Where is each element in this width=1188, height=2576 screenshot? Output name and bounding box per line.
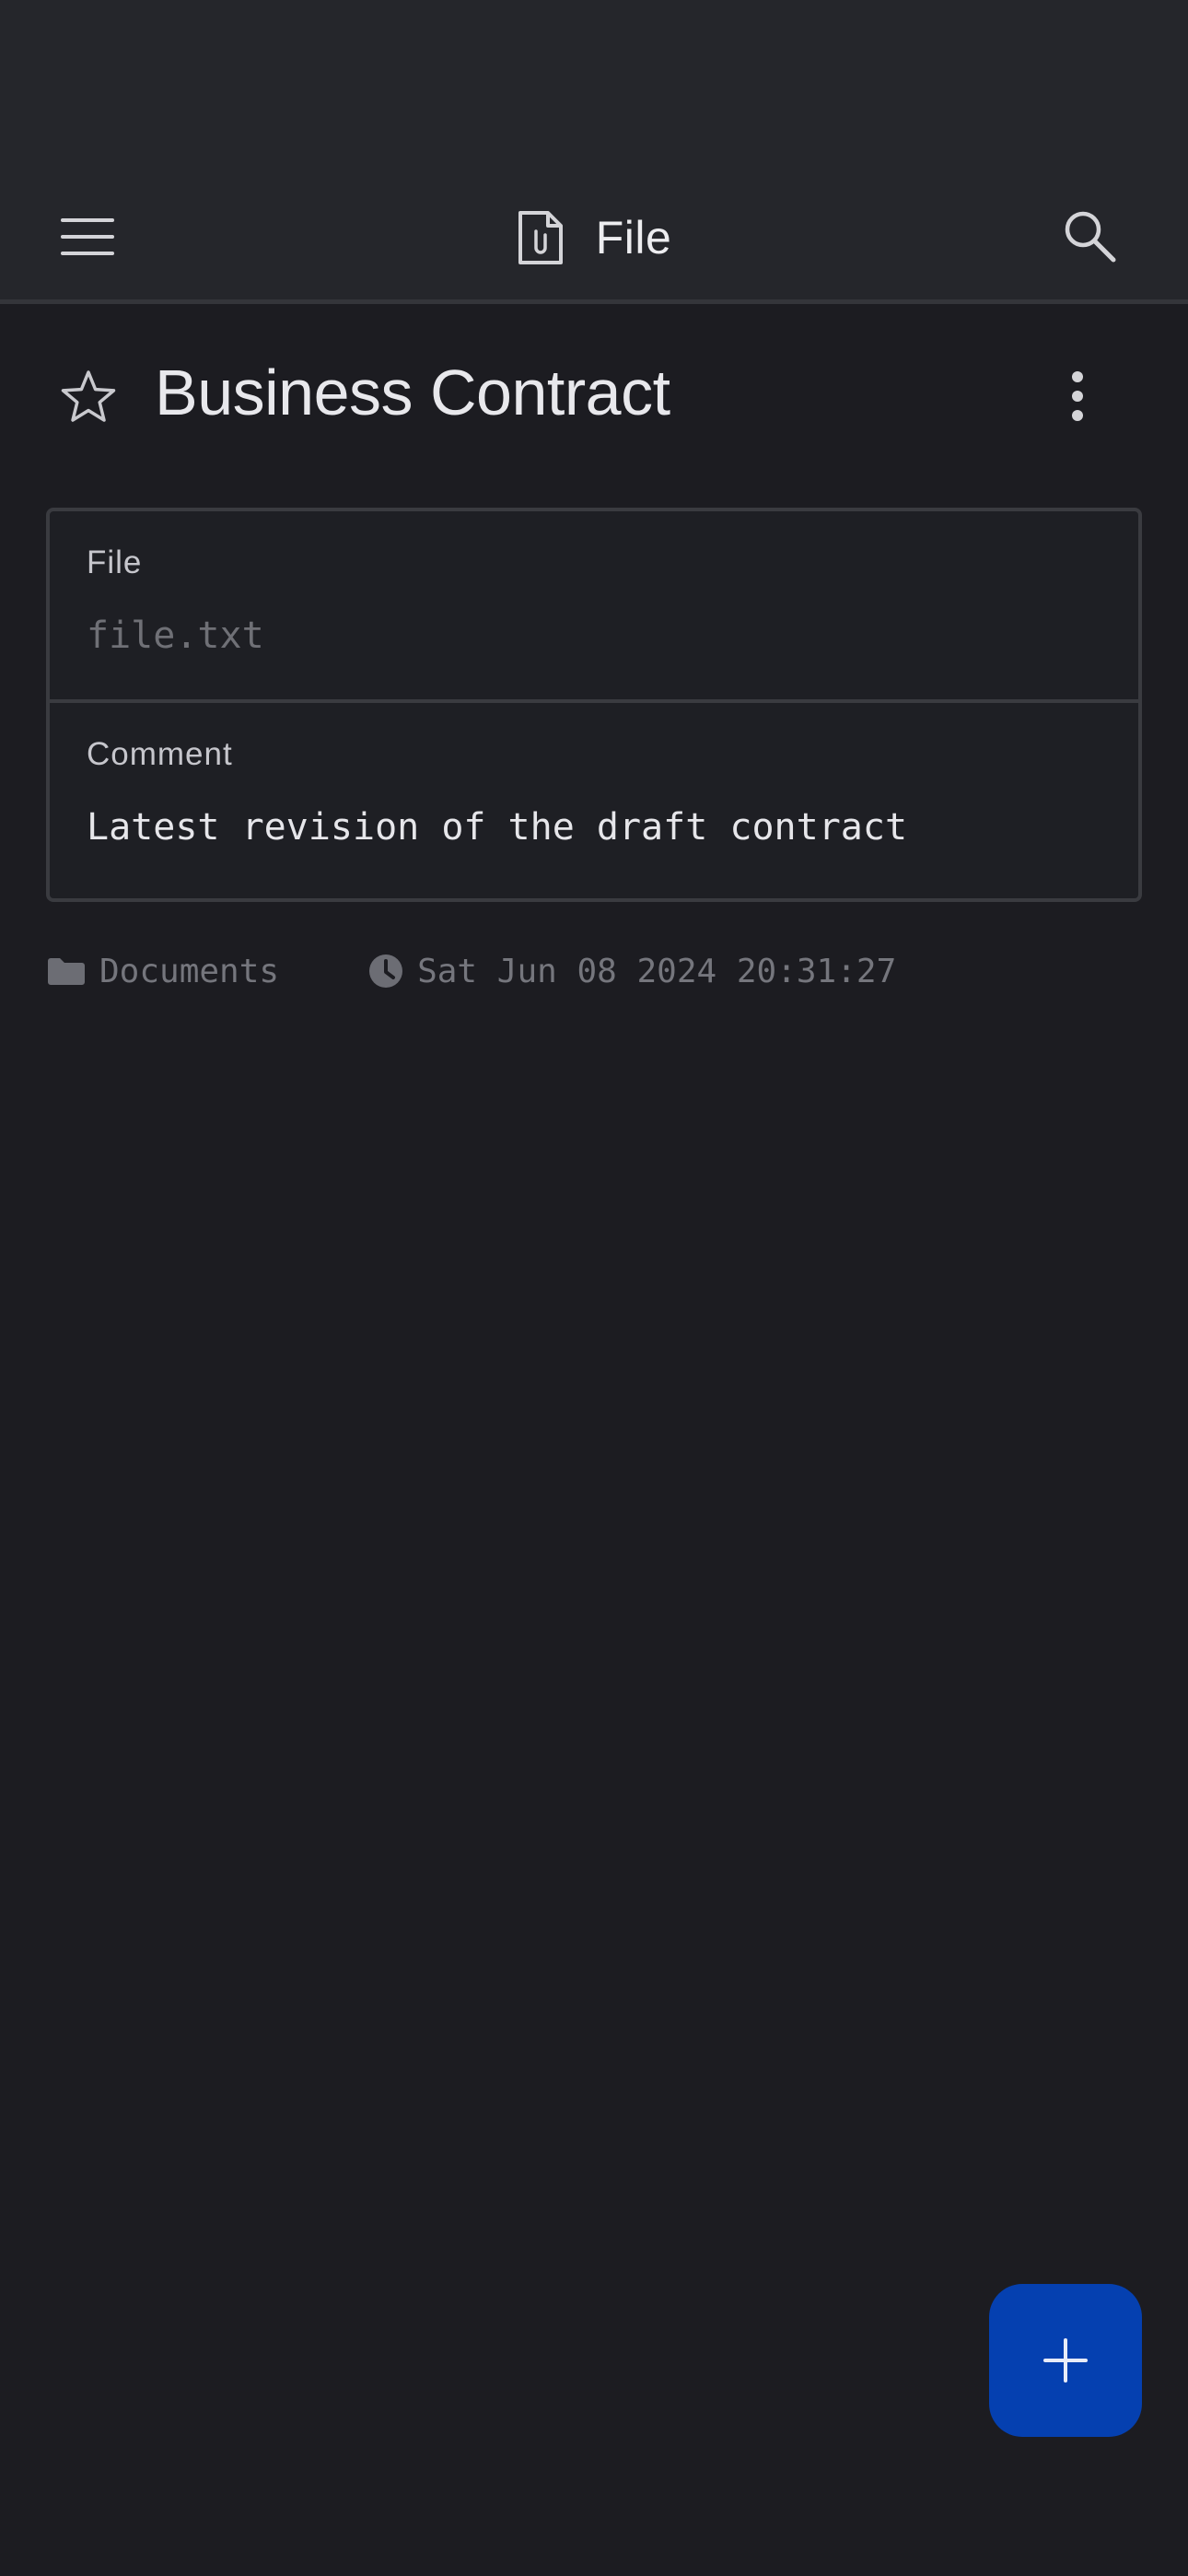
app-bar: File xyxy=(0,164,1188,304)
comment-field-value[interactable]: Latest revision of the draft contract xyxy=(87,806,907,849)
plus-icon xyxy=(1043,2338,1088,2383)
folder-name: Documents xyxy=(99,952,280,990)
star-outline-icon xyxy=(61,370,116,422)
file-field-label: File xyxy=(87,544,143,580)
favorite-button[interactable] xyxy=(55,359,122,433)
search-icon xyxy=(1065,211,1116,263)
timestamp-text: Sat Jun 08 2024 20:31:27 xyxy=(417,952,897,990)
note-title: Business Contract xyxy=(155,357,670,428)
file-attachment-icon xyxy=(518,211,563,264)
note-meta: Documents Sat Jun 08 2024 20:31:27 xyxy=(46,943,896,999)
note-fields-card: File file.txt Comment Latest revision of… xyxy=(46,508,1142,902)
note-header: Business Contract xyxy=(0,332,1188,461)
app-bar-title: File xyxy=(595,212,672,263)
more-options-button[interactable] xyxy=(1050,359,1105,433)
app-bar-title-group: File xyxy=(0,201,1188,275)
status-bar-area xyxy=(0,0,1188,164)
comment-field[interactable]: Comment Latest revision of the draft con… xyxy=(50,703,1138,898)
file-field-value[interactable]: file.txt xyxy=(87,615,264,657)
search-button[interactable] xyxy=(1050,199,1129,273)
add-button[interactable] xyxy=(989,2284,1142,2437)
timestamp: Sat Jun 08 2024 20:31:27 xyxy=(367,953,896,990)
folder-link[interactable]: Documents xyxy=(46,953,279,990)
folder-icon xyxy=(48,958,85,985)
file-field[interactable]: File file.txt xyxy=(50,511,1138,703)
clock-icon xyxy=(369,954,403,988)
more-vertical-icon xyxy=(1072,371,1083,421)
comment-field-label: Comment xyxy=(87,736,233,772)
